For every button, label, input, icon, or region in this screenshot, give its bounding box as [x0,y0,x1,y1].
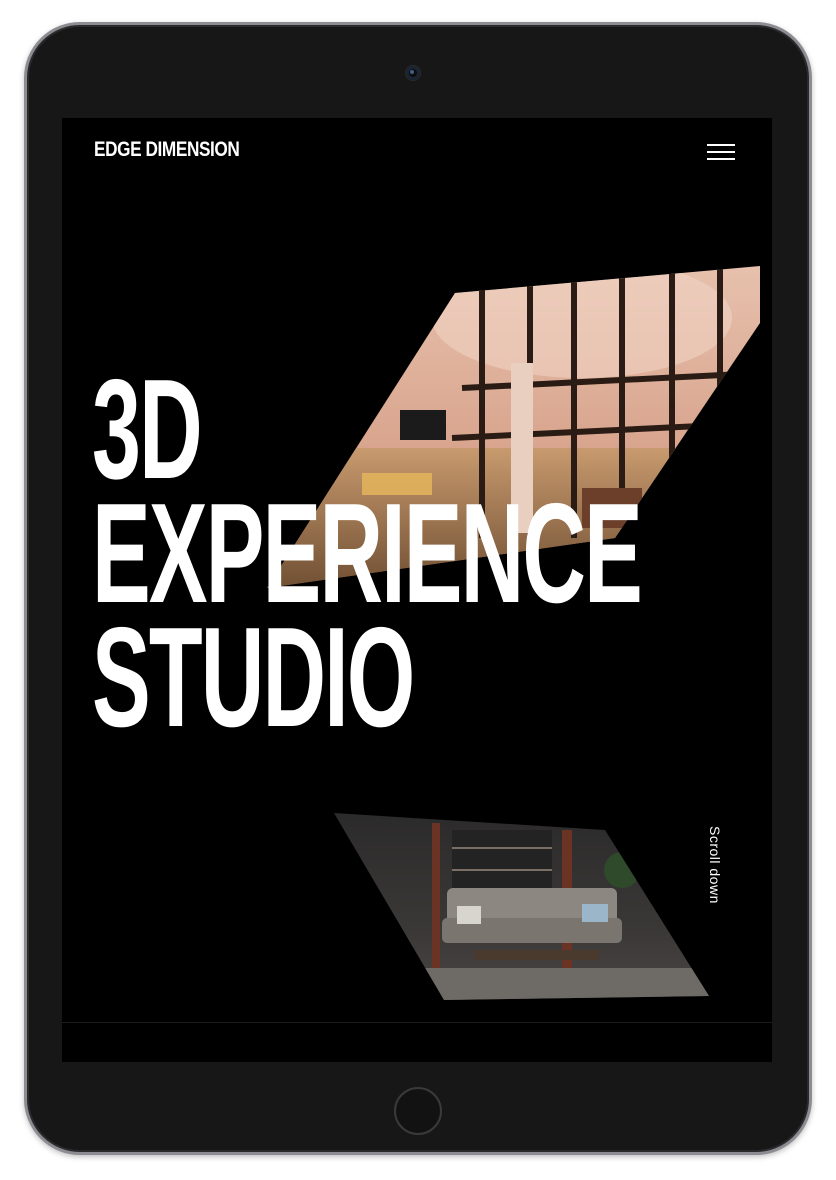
menu-line [707,144,735,146]
living-room-image [334,813,709,1000]
hero-title: 3D EXPERIENCE STUDIO [92,359,643,757]
hamburger-menu-icon[interactable] [702,140,738,166]
brand-logo[interactable]: EDGE DIMENSION [94,138,240,162]
scroll-down-link[interactable]: Scroll down [707,826,723,904]
divider [62,1022,772,1023]
menu-line [707,158,735,160]
menu-line [707,151,735,153]
front-camera-icon [406,66,420,80]
website-screen: EDGE DIMENSION 3D EXPERIENCE STUDIO Scro… [62,118,772,1062]
hero-title-line: STUDIO [92,598,415,757]
home-button[interactable] [394,1087,442,1135]
